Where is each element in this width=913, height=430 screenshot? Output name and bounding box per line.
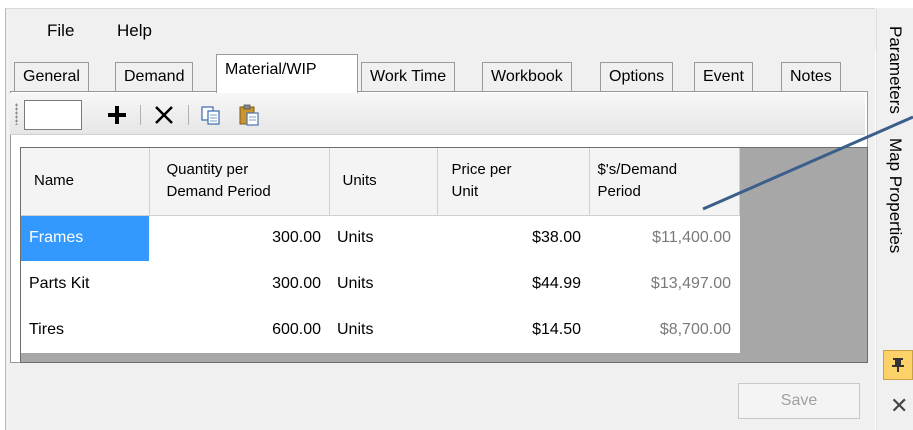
cell-price[interactable]: $14.50: [437, 307, 589, 353]
tab-workbook[interactable]: Workbook: [482, 62, 572, 92]
tab-strip-border: [10, 91, 868, 92]
tab-options[interactable]: Options: [600, 62, 674, 92]
map-properties-side-tab[interactable]: Map Properties: [885, 138, 905, 253]
column-header-price[interactable]: Price per Unit: [437, 148, 590, 216]
toolbar: [10, 93, 865, 135]
tab-work-time[interactable]: Work Time: [361, 62, 456, 92]
cell-quantity[interactable]: 600.00: [149, 307, 329, 353]
cell-price[interactable]: $38.00: [437, 215, 589, 261]
toolbar-grip[interactable]: [15, 103, 18, 125]
column-header-name[interactable]: Name: [21, 148, 150, 216]
table-header-row: Name Quantity per Demand Period Units Pri…: [21, 148, 740, 216]
menu-file[interactable]: File: [47, 21, 74, 41]
header-label: $'s/Demand: [597, 161, 678, 179]
tab-event[interactable]: Event: [694, 62, 753, 92]
table-row[interactable]: Parts Kit 300.00 Units $44.99 $13,497.00: [21, 261, 739, 307]
table-row[interactable]: Frames 300.00 Units $38.00 $11,400.00: [21, 215, 739, 261]
cell-dollars: $8,700.00: [659, 321, 731, 338]
material-grid: Name Quantity per Demand Period Units Pri…: [20, 147, 868, 363]
tab-general[interactable]: General: [14, 62, 89, 92]
cell-dollars: $13,497.00: [650, 275, 731, 292]
cell-quantity[interactable]: 300.00: [149, 261, 329, 307]
pin-icon[interactable]: [883, 350, 913, 380]
header-label: Quantity per: [166, 161, 249, 179]
cell-units[interactable]: Units: [329, 307, 437, 353]
delete-icon[interactable]: [149, 100, 179, 130]
toolbar-separator: [140, 105, 141, 125]
cell-price[interactable]: $44.99: [437, 261, 589, 307]
paste-icon[interactable]: [234, 100, 264, 130]
material-table: Name Quantity per Demand Period Units Pri…: [21, 148, 740, 353]
tab-demand[interactable]: Demand: [115, 62, 194, 92]
header-label: Unit: [451, 183, 479, 201]
add-icon[interactable]: [102, 100, 132, 130]
cell-quantity[interactable]: 300.00: [149, 215, 329, 261]
menu-bar: File Help: [6, 9, 876, 51]
header-label: Units: [342, 172, 377, 190]
header-label: Name: [34, 172, 75, 190]
close-icon[interactable]: ✕: [890, 393, 908, 419]
column-header-quantity[interactable]: Quantity per Demand Period: [149, 148, 330, 216]
header-label: Period: [597, 183, 641, 201]
cell-units[interactable]: Units: [329, 261, 437, 307]
copy-icon[interactable]: [196, 100, 226, 130]
cell-name[interactable]: Parts Kit: [21, 261, 149, 307]
cell-name[interactable]: Frames: [21, 215, 149, 261]
table-row[interactable]: Tires 600.00 Units $14.50 $8,700.00: [21, 307, 739, 353]
toolbar-input-box[interactable]: [24, 100, 82, 130]
header-label: Demand Period: [166, 183, 271, 201]
cell-name[interactable]: Tires: [21, 307, 149, 353]
toolbar-separator: [188, 105, 189, 125]
column-header-dollars[interactable]: $'s/Demand Period: [589, 148, 740, 216]
tab-material-wip[interactable]: Material/WIP: [216, 54, 358, 93]
column-header-units[interactable]: Units: [329, 148, 438, 216]
menu-help[interactable]: Help: [117, 21, 152, 41]
header-label: Price per: [451, 161, 512, 179]
cell-units[interactable]: Units: [329, 215, 437, 261]
cell-dollars: $11,400.00: [652, 229, 731, 247]
tab-strip: General Demand Material/WIP Work Time Wo…: [14, 54, 874, 93]
save-button[interactable]: Save: [738, 383, 860, 419]
parameters-side-tab[interactable]: Parameters: [885, 26, 905, 114]
tab-notes[interactable]: Notes: [781, 62, 841, 92]
